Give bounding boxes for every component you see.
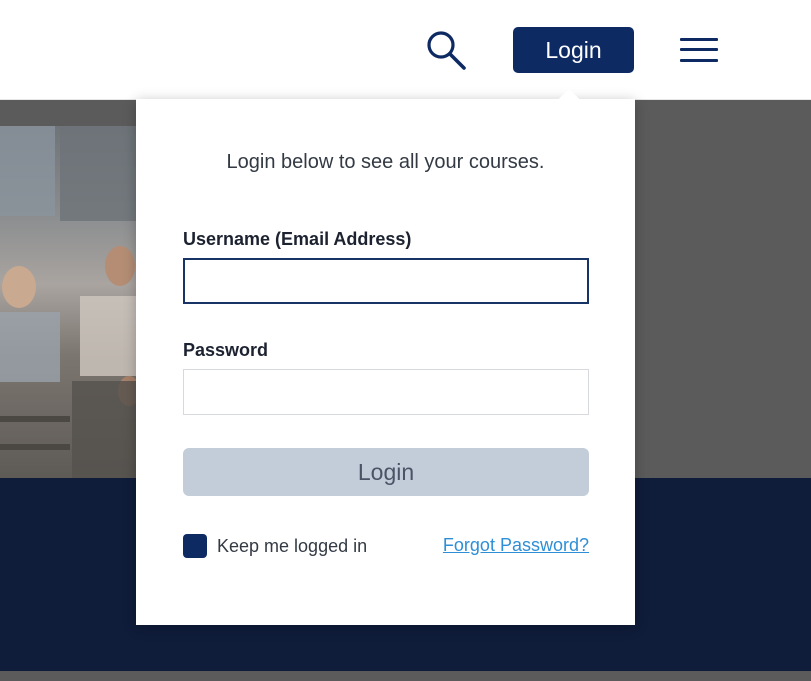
site-header: Login <box>0 0 811 100</box>
keep-logged-in-checkbox[interactable] <box>183 534 207 558</box>
keep-logged-in-row: Keep me logged in <box>183 533 367 559</box>
password-label: Password <box>183 340 269 360</box>
keep-logged-in-label[interactable]: Keep me logged in <box>217 536 367 557</box>
hero-photo <box>0 126 140 478</box>
login-submit-button[interactable]: Login <box>183 448 589 496</box>
header-login-button[interactable]: Login <box>513 27 634 73</box>
bottom-strip <box>0 671 811 681</box>
password-input[interactable] <box>183 369 589 415</box>
username-input[interactable] <box>183 258 589 304</box>
login-card: Login below to see all your courses. Use… <box>136 99 635 625</box>
search-icon[interactable] <box>424 28 468 72</box>
forgot-password-link[interactable]: Forgot Password? <box>443 535 589 556</box>
login-intro-text: Login below to see all your courses. <box>226 151 545 173</box>
username-label: Username (Email Address) <box>183 229 412 249</box>
hamburger-menu-icon[interactable] <box>680 36 720 64</box>
